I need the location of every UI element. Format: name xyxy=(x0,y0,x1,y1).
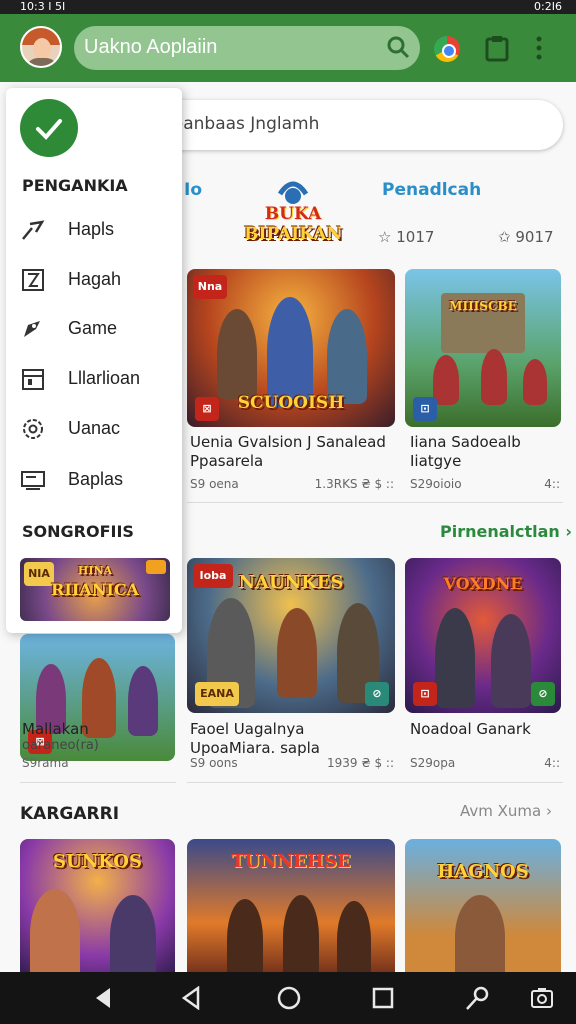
drawer-item-game[interactable]: Game xyxy=(20,311,170,347)
game-meta: S9 oons xyxy=(190,756,238,770)
back-outline-icon[interactable] xyxy=(180,985,202,1014)
app-icon: ⊘ xyxy=(531,682,555,706)
top-search-field[interactable]: Uakno Aoplaiin xyxy=(74,26,420,70)
navigation-drawer: PENGANKIA Hapls Hagah Game Lllarlioan Ua… xyxy=(6,88,182,633)
game-title[interactable]: Faoel Uagalnya UpoaMiara. sapla xyxy=(190,720,390,758)
logo-line-2: BIPAIKAN xyxy=(244,224,342,244)
recents-icon[interactable] xyxy=(372,986,394,1014)
logo-line-1: BUKA xyxy=(264,204,322,224)
app-bar: Uakno Aoplaiin xyxy=(0,14,576,82)
game-card-image[interactable]: Nna SCUOOISH ⊠ xyxy=(187,269,395,427)
back-icon[interactable] xyxy=(92,986,114,1014)
game-subtitle: oaraneo(ra) xyxy=(22,738,99,753)
game-title[interactable]: Mallakan xyxy=(22,720,89,739)
home-icon[interactable] xyxy=(276,986,302,1014)
game-small-logo: EANA xyxy=(195,682,239,706)
game-title[interactable]: Noadoal Ganark xyxy=(410,720,531,739)
thumb-title-line-1: HINA xyxy=(77,564,113,577)
drawer-item-hagah[interactable]: Hagah xyxy=(20,262,170,298)
hourglass-icon xyxy=(20,268,46,292)
drawer-item-lllarlioan[interactable]: Lllarlioan xyxy=(20,361,170,397)
app-icon: ⊡ xyxy=(413,397,437,421)
game-meta: 4:: xyxy=(544,756,560,770)
section-title: KARGARRI xyxy=(20,804,120,824)
drawer-item-label: Game xyxy=(68,318,118,338)
drawer-item-uanac[interactable]: Uanac xyxy=(20,411,170,447)
game-art-title: SUNKOS xyxy=(53,851,142,872)
drawer-item-hapls[interactable]: Hapls xyxy=(20,212,170,248)
featured-logo: BUKA BIPAIKAN xyxy=(240,174,346,256)
game-title[interactable]: Iiana Sadoealb Iiatgye xyxy=(410,433,560,471)
game-card-image[interactable]: Ioba NAUNKES EANA ⊘ xyxy=(187,558,395,713)
tab-featured[interactable]: Penadlcah xyxy=(382,180,481,200)
star-icon: ✩ xyxy=(498,228,511,246)
status-bar: 10:3 I 5I 0:2I6 xyxy=(0,0,576,14)
avatar[interactable] xyxy=(20,26,62,68)
game-art-title: MIIISCBE xyxy=(449,299,517,313)
drawer-item-label: Lllarlioan xyxy=(68,368,141,388)
game-title[interactable]: Uenia Gvalsion J Sanalead Ppasarela xyxy=(190,433,390,471)
game-card-image[interactable]: MIIISCBE ⊡ xyxy=(405,269,561,427)
drawer-item-label: Hagah xyxy=(68,269,122,289)
game-card-image[interactable]: HAGNOS xyxy=(405,839,561,972)
browser-icon[interactable] xyxy=(434,36,460,62)
top-search-text: Uakno Aoplaiin xyxy=(84,36,218,58)
calendar-icon xyxy=(20,367,46,391)
clipboard-icon[interactable] xyxy=(484,34,510,66)
game-card-image[interactable]: TUNNEHSE xyxy=(187,839,395,972)
app-icon: ⊠ xyxy=(195,397,219,421)
tab-left[interactable]: Io xyxy=(184,180,202,200)
game-meta: 4:: xyxy=(544,477,560,491)
drawer-item-baplas[interactable]: Baplas xyxy=(20,462,170,498)
game-card-image[interactable]: SUNKOS xyxy=(20,839,175,972)
drawer-item-label: Uanac xyxy=(68,418,121,438)
system-nav-bar xyxy=(0,972,576,1024)
drawer-game-thumbnail[interactable]: NIA HINA RIIANICA xyxy=(20,558,170,621)
game-meta: 1.3RKS ₴ $ :: xyxy=(314,477,394,491)
settings-icon xyxy=(20,417,46,441)
game-badge: Nna xyxy=(193,275,227,299)
game-card-image[interactable]: VOXDNE ⊡ ⊘ xyxy=(405,558,561,713)
game-art-title: HAGNOS xyxy=(437,861,529,882)
drawer-section-title: PENGANKIA xyxy=(22,176,128,195)
game-meta: S29opa xyxy=(410,756,456,770)
app-logo-icon[interactable] xyxy=(20,99,78,157)
more-options-icon[interactable] xyxy=(534,34,544,66)
game-art-title: VOXDNE xyxy=(443,574,523,593)
drawer-item-label: Baplas xyxy=(68,469,124,489)
see-all-link[interactable]: Pirnenalctlan › xyxy=(440,522,572,541)
tool-icon xyxy=(20,218,46,242)
status-time-right: 0:2I6 xyxy=(534,0,562,13)
rating-1: ☆ 1017 xyxy=(378,228,435,246)
game-art-title: TUNNEHSE xyxy=(231,851,351,872)
see-all-link[interactable]: Avm Xuma › xyxy=(460,802,552,820)
game-art-title: NAUNKES xyxy=(238,572,344,593)
drawer-section-title: SONGROFIIS xyxy=(22,522,134,541)
search-icon[interactable] xyxy=(386,35,410,63)
game-meta: S9rama xyxy=(22,756,69,770)
game-meta: S29oioio xyxy=(410,477,462,491)
drawer-item-label: Hapls xyxy=(68,219,115,239)
thumb-title-line-2: RIIANICA xyxy=(51,580,139,599)
app-icon: ⊘ xyxy=(365,682,389,706)
game-meta: 1939 ₴ $ :: xyxy=(327,756,394,770)
star-icon: ☆ xyxy=(378,228,392,246)
key-icon[interactable] xyxy=(464,986,490,1016)
status-time-left: 10:3 I 5I xyxy=(20,0,66,13)
monitor-icon xyxy=(20,468,46,492)
divider xyxy=(187,782,563,783)
app-icon: ⊡ xyxy=(413,682,437,706)
game-meta: S9 oena xyxy=(190,477,239,491)
screenshot-icon[interactable] xyxy=(530,986,554,1014)
rating-2: ✩ 9017 xyxy=(498,228,554,246)
divider xyxy=(20,782,176,783)
gamepad-icon xyxy=(20,317,46,341)
divider xyxy=(187,502,563,503)
